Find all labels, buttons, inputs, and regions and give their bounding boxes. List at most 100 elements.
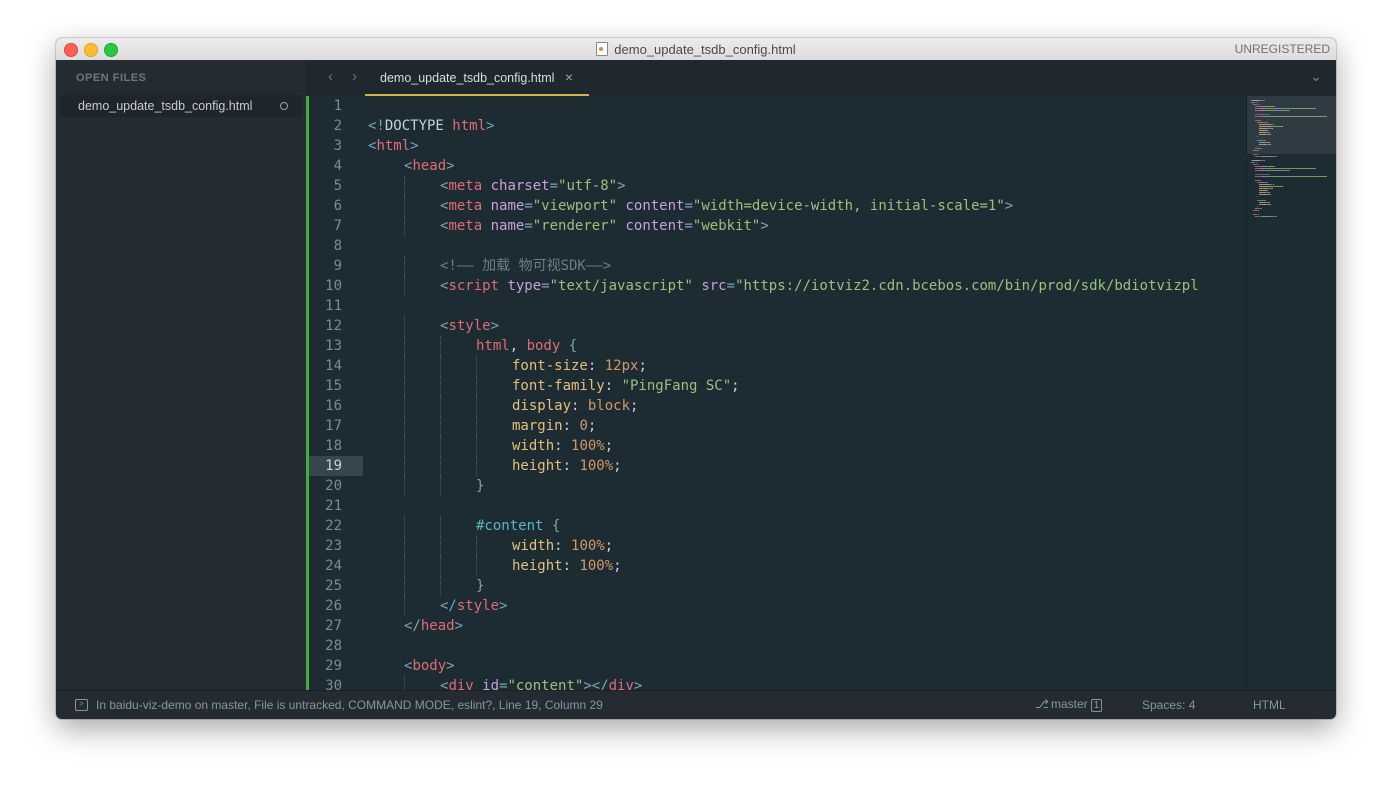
code-line[interactable]: 4 <head> [306,156,1246,176]
minimap-line [1257,214,1259,215]
code-line[interactable]: 15 font-family: "PingFang SC"; [306,376,1246,396]
indent-guide [440,376,441,396]
indent-guide [404,436,405,456]
code-token: "content" [507,678,584,690]
minimap-line [1282,186,1284,187]
code-line[interactable]: 25} [306,576,1246,596]
code-token: } [476,478,485,494]
code-token: } [476,578,485,594]
code-line[interactable]: 20} [306,476,1246,496]
code-token: </ [404,618,421,634]
indent-guide [404,356,405,376]
minimap-line [1252,160,1260,161]
code-line[interactable]: 26 </style> [306,596,1246,616]
indent-guide [476,456,477,476]
indentation-setting[interactable]: Spaces: 4 [1142,698,1195,712]
code-line[interactable]: 7 <meta name="renderer" content="webkit"> [306,216,1246,236]
syntax-selector[interactable]: HTML [1253,698,1286,712]
git-branch-name: master [1051,697,1088,711]
minimap-line [1289,110,1291,111]
open-files-heading: OPEN FILES [76,72,147,84]
line-number: 12 [325,318,342,334]
minimap-line [1269,204,1271,205]
code-line[interactable]: 17 margin: 0; [306,416,1246,436]
tab-active-file[interactable]: demo_update_tsdb_config.html × [365,60,589,96]
code-token: type [507,278,542,294]
code-line[interactable]: 5 <meta charset="utf-8"> [306,176,1246,196]
forward-arrow-icon[interactable]: › [352,68,357,85]
minimap-line [1260,180,1262,181]
code-editor[interactable]: 1 2 <!DOCTYPE html> 3 <html> 4 <head> 5 <meta ch… [306,96,1246,690]
minimap-line [1257,136,1258,137]
code-line[interactable]: 14 font-size: 12px; [306,356,1246,376]
minimap-line [1272,124,1274,125]
tab-bar: ‹ › demo_update_tsdb_config.html × ⌄ [306,60,1336,96]
minimap-line [1255,174,1271,175]
code-token: > [633,678,643,690]
code-line[interactable]: 21 [306,496,1246,516]
code-text: } [476,576,484,596]
minimap-line [1268,202,1270,203]
code-line[interactable]: 19 height: 100%; [306,456,1246,476]
code-token: : [562,558,580,574]
code-line[interactable]: 22 #content { [306,516,1246,536]
code-line[interactable]: 29 <body> [306,656,1246,676]
code-token: ; [604,538,614,554]
code-line[interactable]: 13 html, body { [306,336,1246,356]
code-token: = [726,278,736,294]
code-line[interactable]: 2 <!DOCTYPE html> [306,116,1246,136]
code-line[interactable]: 10 <script type="text/javascript" src="ht… [306,276,1246,296]
code-token: = [524,218,533,234]
code-line[interactable]: 30 <div id="content"></div> [306,676,1246,690]
minimap-line [1252,100,1260,101]
indent-guide [404,376,405,396]
code-token: "webkit" [692,218,761,234]
code-token: DOCTYPE [384,118,453,134]
code-token: ; [630,398,639,414]
code-line[interactable]: 11 [306,296,1246,316]
code-line[interactable]: 23 width: 100%; [306,536,1246,556]
code-line[interactable]: 12 <style> [306,316,1246,336]
code-line[interactable]: 28 [306,636,1246,656]
minimap-line [1271,188,1273,189]
code-line[interactable]: 16 display: block; [306,396,1246,416]
code-line[interactable]: 9 <!—— 加载 物可视SDK——> [306,256,1246,276]
minimap-line [1275,156,1277,157]
code-token: > [617,178,626,194]
code-line[interactable]: 24 height: 100%; [306,556,1246,576]
terminal-icon[interactable]: > [75,699,88,711]
minimap-line [1266,176,1283,177]
code-token: : [562,418,580,434]
indent-guide [476,536,477,556]
code-token: 0 [579,418,588,434]
code-line[interactable]: 8 [306,236,1246,256]
minimap-line [1273,166,1275,167]
code-line[interactable]: 6 <meta name="viewport" content="width=de… [306,196,1246,216]
indent-guide [404,516,405,536]
open-file-item[interactable]: demo_update_tsdb_config.html [60,95,302,117]
chevron-down-icon[interactable]: ⌄ [1310,68,1322,85]
minimap-line [1257,104,1259,105]
minimap-viewport[interactable] [1247,96,1336,154]
minimap[interactable] [1246,96,1336,690]
minimap-line [1260,120,1262,121]
code-line[interactable]: 18 width: 100%; [306,436,1246,456]
code-line[interactable]: 3 <html> [306,136,1246,156]
code-token: div [448,678,483,690]
line-number: 9 [333,258,342,274]
git-branch[interactable]: master 1 [1051,697,1103,712]
indent-guide [404,536,405,556]
code-token: "width=device-width, initial-scale=1" [692,198,1005,214]
minimap-line [1282,108,1316,109]
line-number: 19 [325,458,342,474]
code-text: margin: 0; [512,416,596,436]
back-arrow-icon[interactable]: ‹ [328,68,333,85]
code-token: ; [731,378,740,394]
unsaved-dot-icon[interactable] [280,102,288,110]
code-text: <meta charset="utf-8"> [440,176,626,196]
code-token: "viewport" [532,198,626,214]
code-line[interactable]: 27 </head> [306,616,1246,636]
tab-close-icon[interactable]: × [565,69,573,85]
code-line[interactable]: 1 [306,96,1246,116]
minimap-line [1266,122,1268,123]
